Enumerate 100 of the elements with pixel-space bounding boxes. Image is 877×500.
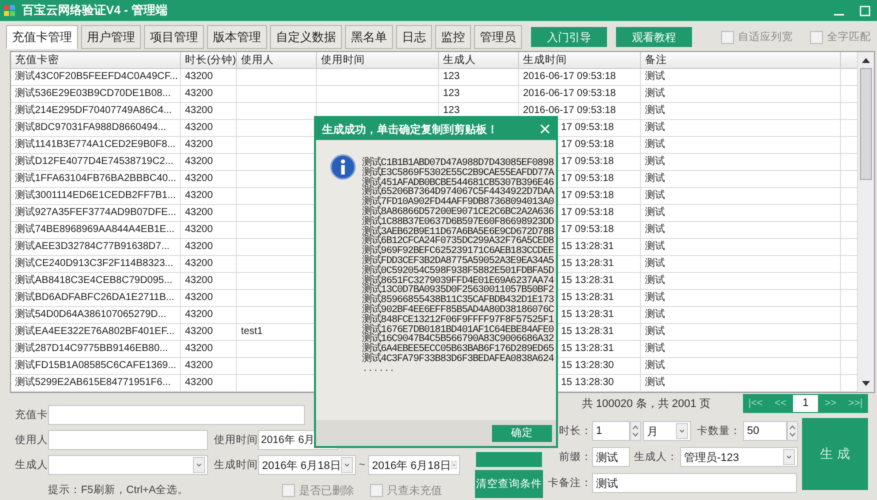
table-cell: 测试1FFA63104FB76BA2BBBC40... xyxy=(11,171,181,187)
table-cell: 15 13:28:30 xyxy=(561,377,614,388)
table-cell: 测试 xyxy=(641,290,841,306)
close-icon[interactable] xyxy=(540,124,550,134)
table-cell: 43200 xyxy=(181,358,237,374)
clear-button[interactable]: 清空查询条件 xyxy=(475,470,543,498)
tab[interactable]: 管理员 xyxy=(474,25,522,49)
tab[interactable]: 版本管理 xyxy=(207,25,267,49)
input-field[interactable]: 测试 xyxy=(592,447,630,467)
column-header[interactable]: 使用人 xyxy=(237,52,317,68)
scroll-down-icon[interactable] xyxy=(862,381,870,387)
table-cell: 43200 xyxy=(181,307,237,323)
checkbox[interactable] xyxy=(721,30,734,44)
table-cell: 43200 xyxy=(181,341,237,357)
guide-button[interactable]: 观看教程 xyxy=(616,27,692,47)
table-cell: 2016-06-17 09:53:18 xyxy=(523,88,616,99)
checkbox-label: 是否已删除 xyxy=(299,484,354,498)
spinner-icon[interactable] xyxy=(787,421,798,441)
table-cell: 15 13:28:31 xyxy=(561,309,614,320)
column-header[interactable]: 生成人 xyxy=(439,52,519,68)
field-label: 时长： xyxy=(558,424,592,438)
info-icon xyxy=(330,154,356,180)
table-cell: 测试 xyxy=(641,222,841,238)
field-label: 生成人： xyxy=(634,450,679,464)
input-field[interactable] xyxy=(48,405,305,425)
table-cell: 测试 xyxy=(641,324,841,340)
table-cell: 43200 xyxy=(181,120,237,136)
field-label: 使用时间 xyxy=(214,433,258,447)
date-field[interactable]: 2016年 6月18日 xyxy=(258,455,356,475)
input-field[interactable]: 测试 xyxy=(592,473,797,493)
table-cell: 43200 xyxy=(181,103,237,119)
number-field[interactable]: 1 xyxy=(592,421,630,441)
dropdown[interactable]: 管理员-123 xyxy=(680,447,798,467)
tab[interactable]: 日志 xyxy=(396,25,432,49)
table-cell: 43200 xyxy=(181,239,237,255)
table-cell: 测试 xyxy=(641,239,841,255)
tab[interactable]: 充值卡管理 xyxy=(6,25,78,49)
checkbox-label: 只查未充值 xyxy=(387,484,442,498)
table-cell: 17 09:53:18 xyxy=(561,122,614,133)
guide-button[interactable]: 入门引导 xyxy=(531,27,607,47)
spinner-icon[interactable] xyxy=(630,421,641,441)
page-field[interactable]: 1 xyxy=(793,394,818,412)
column-header[interactable]: 时长(分钟) xyxy=(181,52,237,68)
table-cell: 17 09:53:18 xyxy=(561,190,614,201)
table-cell: 43200 xyxy=(181,137,237,153)
hint-text: 提示：F5刷新，Ctrl+A全选。 xyxy=(48,483,190,497)
table-cell: 测试 xyxy=(641,120,841,136)
checkbox[interactable] xyxy=(370,484,383,496)
tab[interactable]: 监控 xyxy=(435,25,471,49)
table-cell: 43200 xyxy=(181,222,237,238)
table-cell: 15 13:28:31 xyxy=(561,292,614,303)
tab[interactable]: 黑名单 xyxy=(345,25,393,49)
maximize-icon[interactable] xyxy=(859,4,871,16)
table-cell: 测试3001114ED6E1CEDB2FF7B1... xyxy=(11,188,181,204)
column-header[interactable]: 充值卡密 xyxy=(11,52,181,68)
tab[interactable]: 自定义数据 xyxy=(270,25,342,49)
column-header[interactable]: 生成时间 xyxy=(519,52,641,68)
table-cell: 测试536E29E03B9CD70DE1B08... xyxy=(11,86,181,102)
date-field[interactable]: 2016年 6月18日 xyxy=(368,455,460,475)
table-cell: 测试AB8418C3E4CEB8C79D095... xyxy=(11,273,181,289)
table-cell: 测试EA4EE322E76A802BF401EF... xyxy=(11,324,181,340)
field-label: 前缀： xyxy=(558,450,592,464)
table-cell: 测试BD6ADFABFC26DA1E2711B... xyxy=(11,290,181,306)
table-cell: 测试AEE3D32784C77B91638D7... xyxy=(11,239,181,255)
tab[interactable]: 用户管理 xyxy=(81,25,141,49)
table-cell: 43200 xyxy=(181,171,237,187)
table-cell: 测试D12FE4077D4E74538719C2... xyxy=(11,154,181,170)
tab[interactable]: 项目管理 xyxy=(144,25,204,49)
column-header[interactable]: 备注 xyxy=(641,52,841,68)
page-summary: 共 100020 条，共 2001 页 xyxy=(582,396,710,410)
checkbox[interactable] xyxy=(810,30,823,44)
column-header[interactable]: 使用时间 xyxy=(317,52,439,68)
caret-icon xyxy=(676,423,688,439)
table-cell: 测试287D14C9775BB9146EB80... xyxy=(11,341,181,357)
unit-dropdown[interactable]: 月 xyxy=(643,421,691,441)
table-cell: 测试 xyxy=(641,375,841,391)
window-title: 百宝云网络验证V4 - 管理端 xyxy=(22,2,168,19)
field-label: 使用人 xyxy=(15,433,48,447)
table-cell: 123 xyxy=(443,105,460,116)
covered-button[interactable] xyxy=(476,452,542,467)
table-cell: 测试74BE8968969AA844A4EB1E... xyxy=(11,222,181,238)
dropdown[interactable] xyxy=(48,455,208,475)
number-field[interactable]: 50 xyxy=(743,421,787,441)
field-label: 卡备注： xyxy=(548,476,592,490)
table-cell: 17 09:53:18 xyxy=(561,173,614,184)
table-cell: 2016-06-17 09:53:18 xyxy=(523,71,616,82)
table-cell: 43200 xyxy=(181,375,237,391)
input-field[interactable] xyxy=(48,430,208,450)
scrollbar[interactable] xyxy=(857,52,874,392)
table-cell: 17 09:53:18 xyxy=(561,139,614,150)
table-cell: 测试 xyxy=(641,273,841,289)
checkbox[interactable] xyxy=(282,484,295,496)
table-cell: 15 13:28:30 xyxy=(561,360,614,371)
scroll-up-icon[interactable] xyxy=(862,57,870,63)
field-label: 充值卡 xyxy=(15,408,48,422)
scroll-thumb[interactable] xyxy=(860,68,872,180)
table-cell: 测试5299E2AB615E84771951F6... xyxy=(11,375,181,391)
table-cell: 43200 xyxy=(181,69,237,85)
table-cell: 测试 xyxy=(641,341,841,357)
ok-button[interactable]: 确定 xyxy=(492,424,552,442)
